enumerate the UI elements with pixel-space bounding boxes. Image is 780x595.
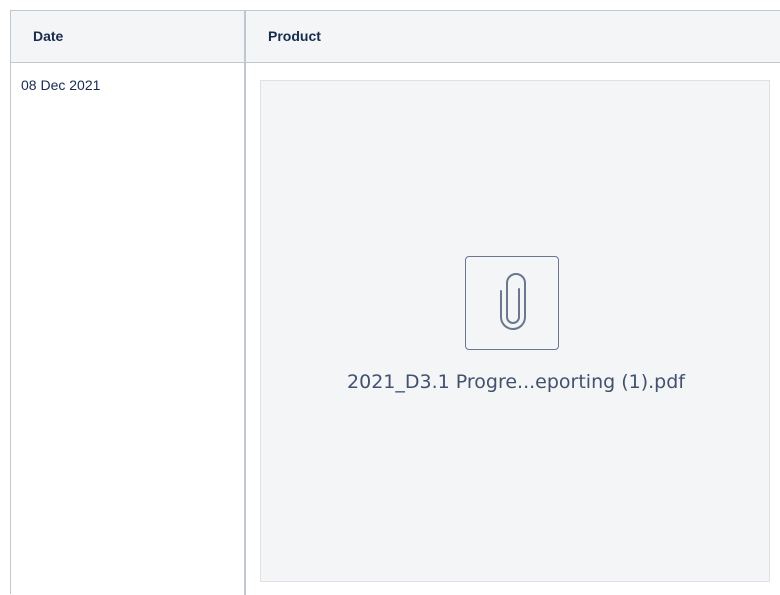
- column-divider: [244, 11, 246, 595]
- data-table: Date Product 08 Dec 2021 2021_D3.1 Progr…: [10, 10, 780, 595]
- attachment-preview[interactable]: 2021_D3.1 Progre...eporting (1).pdf: [260, 80, 770, 582]
- paperclip-icon: [465, 256, 559, 350]
- attachment-file-name[interactable]: 2021_D3.1 Progre...eporting (1).pdf: [261, 371, 771, 393]
- table-header-row: Date Product: [11, 11, 780, 63]
- column-header-date: Date: [33, 28, 64, 44]
- column-header-product: Product: [268, 28, 321, 44]
- table-cell-date: 08 Dec 2021: [21, 77, 101, 93]
